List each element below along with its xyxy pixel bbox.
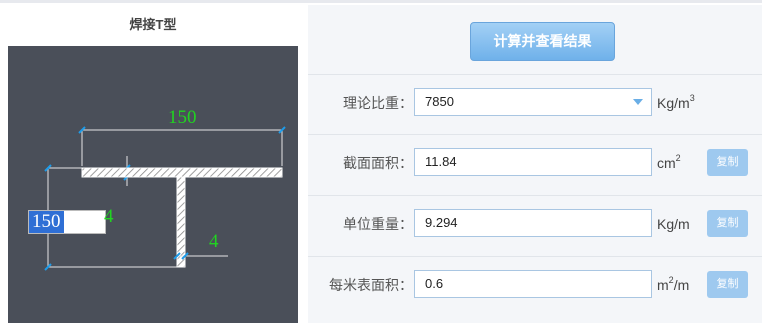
copy-surface-button[interactable]: 复制 [707,271,748,298]
surface-value: 0.6 [425,276,444,291]
density-value: 7850 [425,94,454,109]
t-section-drawing: 150 4 [44,107,286,271]
calculate-button[interactable]: 计算并查看结果 [470,22,615,61]
density-label: 理论比重： [343,95,413,111]
density-unit-sup: 3 [689,93,695,103]
area-unit: cm2 [657,135,681,191]
t-section-diagram: 150 4 150 4 [8,46,298,323]
field-row-surface: 每米表面积： 0.6 m2/m 复制 [308,256,762,314]
dimension-edit-input[interactable]: 150 [28,210,106,234]
area-field[interactable]: 11.84 [414,148,652,176]
weight-value: 9.294 [425,215,458,230]
web-thickness-label: 4 [209,231,219,252]
dimension-edit-selection: 150 [29,211,64,233]
area-label: 截面面积： [343,155,413,171]
chevron-down-icon[interactable] [633,99,643,105]
copy-weight-button[interactable]: 复制 [707,210,748,237]
field-row-weight: 单位重量： 9.294 Kg/m 复制 [308,195,762,253]
weight-field[interactable]: 9.294 [414,209,652,237]
surface-unit: m2/m [657,257,689,313]
field-row-density: 理论比重： 7850 Kg/m3 [308,74,762,132]
weight-unit: Kg/m [657,216,690,232]
area-value: 11.84 [425,154,457,169]
surface-label: 每米表面积： [329,277,413,293]
flange-thickness-label: 4 [104,206,114,227]
surface-field[interactable]: 0.6 [414,270,652,298]
surface-unit-main: m [657,277,669,293]
section-title: 焊接T型 [129,17,177,32]
flange-width-dimension [78,126,286,166]
density-unit-main: Kg/m [657,95,690,111]
surface-unit-tail: /m [673,277,690,293]
density-unit: Kg/m3 [657,75,695,131]
area-unit-sup: 2 [675,153,681,163]
area-unit-main: cm [657,155,676,171]
flange-plate [81,167,283,178]
weight-label: 单位重量： [343,216,413,232]
top-border [0,0,762,3]
field-row-area: 截面面积： 11.84 cm2 复制 [308,134,762,192]
density-select[interactable]: 7850 [414,88,652,116]
flange-width-label: 150 [168,107,197,128]
copy-area-button[interactable]: 复制 [707,149,748,176]
